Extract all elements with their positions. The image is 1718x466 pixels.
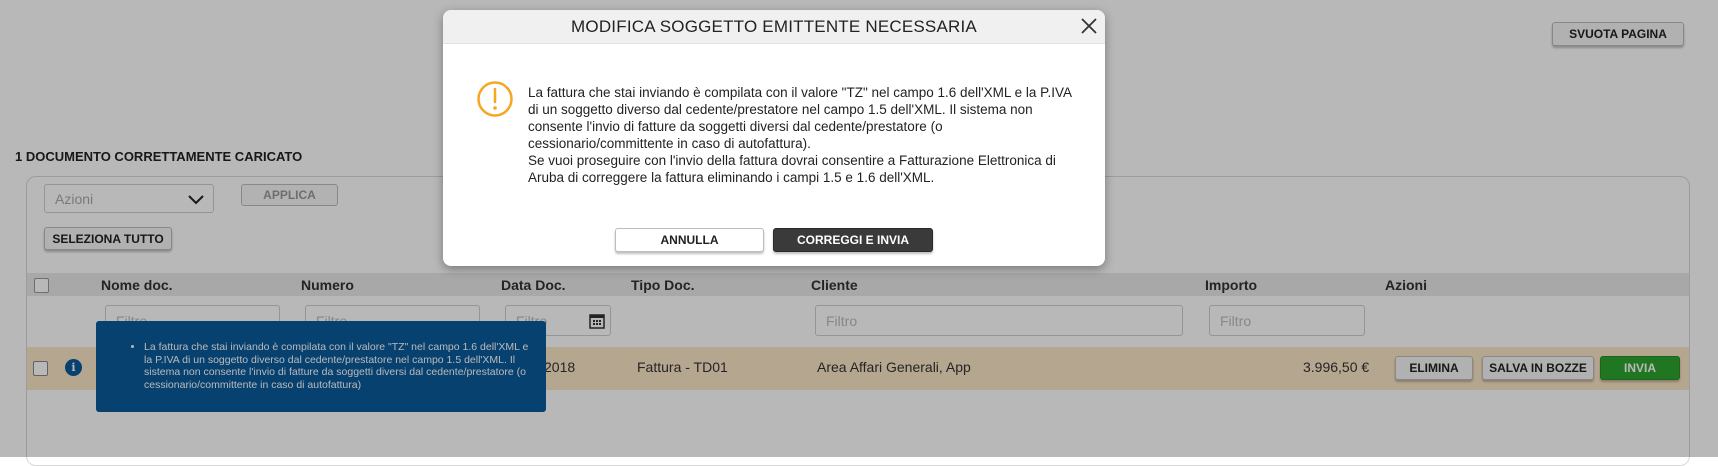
confirm-button[interactable]: CORREGGI E INVIA — [773, 228, 933, 252]
close-icon[interactable] — [1077, 14, 1101, 38]
cancel-button[interactable]: ANNULLA — [615, 228, 764, 252]
modal-message: La fattura che stai inviando è compilata… — [528, 84, 1073, 186]
modal-dialog: MODIFICA SOGGETTO EMITTENTE NECESSARIA L… — [443, 10, 1105, 266]
warning-icon — [477, 81, 513, 117]
modal-paragraph-2: Se vuoi proseguire con l'invio della fat… — [528, 153, 1056, 185]
modal-title: MODIFICA SOGGETTO EMITTENTE NECESSARIA — [571, 16, 977, 36]
modal-header: MODIFICA SOGGETTO EMITTENTE NECESSARIA — [443, 10, 1105, 44]
modal-paragraph-1: La fattura che stai inviando è compilata… — [528, 85, 1072, 151]
